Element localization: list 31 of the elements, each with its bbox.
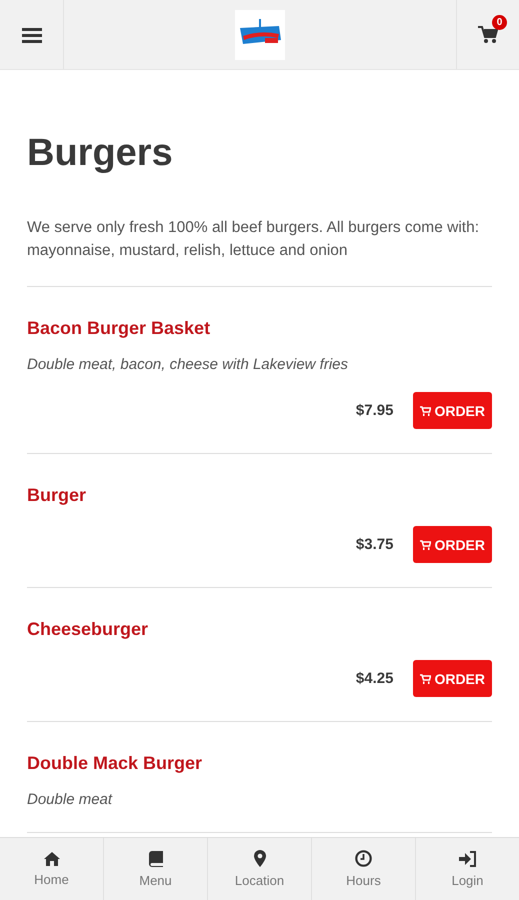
nav-tab[interactable]: Home <box>0 838 103 900</box>
logo[interactable] <box>235 10 285 60</box>
order-button[interactable]: ORDER <box>413 392 492 429</box>
item-price: $4.25 <box>356 670 394 687</box>
item-price: $7.95 <box>356 402 394 419</box>
order-button[interactable]: ORDER <box>413 660 492 697</box>
menu-icon[interactable] <box>22 26 42 42</box>
nav-tab[interactable]: Hours <box>311 838 415 900</box>
nav-tab[interactable]: Login <box>415 838 519 900</box>
cart-icon[interactable] <box>478 26 498 44</box>
order-button[interactable]: ORDER <box>413 526 492 563</box>
clock-icon <box>355 850 372 867</box>
cart-icon <box>420 406 432 416</box>
nav-tab[interactable]: Menu <box>103 838 207 900</box>
item-name[interactable]: Bacon Burger Basket <box>27 316 492 340</box>
map-pin-icon <box>254 850 266 867</box>
cart-count-badge: 0 <box>492 14 507 30</box>
cart-icon <box>420 674 432 684</box>
home-icon <box>44 852 60 866</box>
page-title: Burgers <box>27 131 174 176</box>
item-price: $3.75 <box>356 536 394 553</box>
sign-in-icon <box>458 850 476 866</box>
category-description: We serve only fresh 100% all beef burgers. All burgers come with: mayonnaise, mustard, relish, lettuce and onion <box>27 216 492 287</box>
item-name[interactable]: Burger <box>27 483 492 507</box>
item-description: Double meat, bacon, cheese with Lakeview fries <box>27 356 350 373</box>
cart-icon <box>420 540 432 550</box>
item-name[interactable]: Double Mack Burger <box>27 751 492 775</box>
book-icon <box>148 850 162 866</box>
nav-tab[interactable]: Location <box>207 838 311 900</box>
item-name[interactable]: Cheeseburger <box>27 617 492 641</box>
item-description: Double meat <box>27 791 114 808</box>
